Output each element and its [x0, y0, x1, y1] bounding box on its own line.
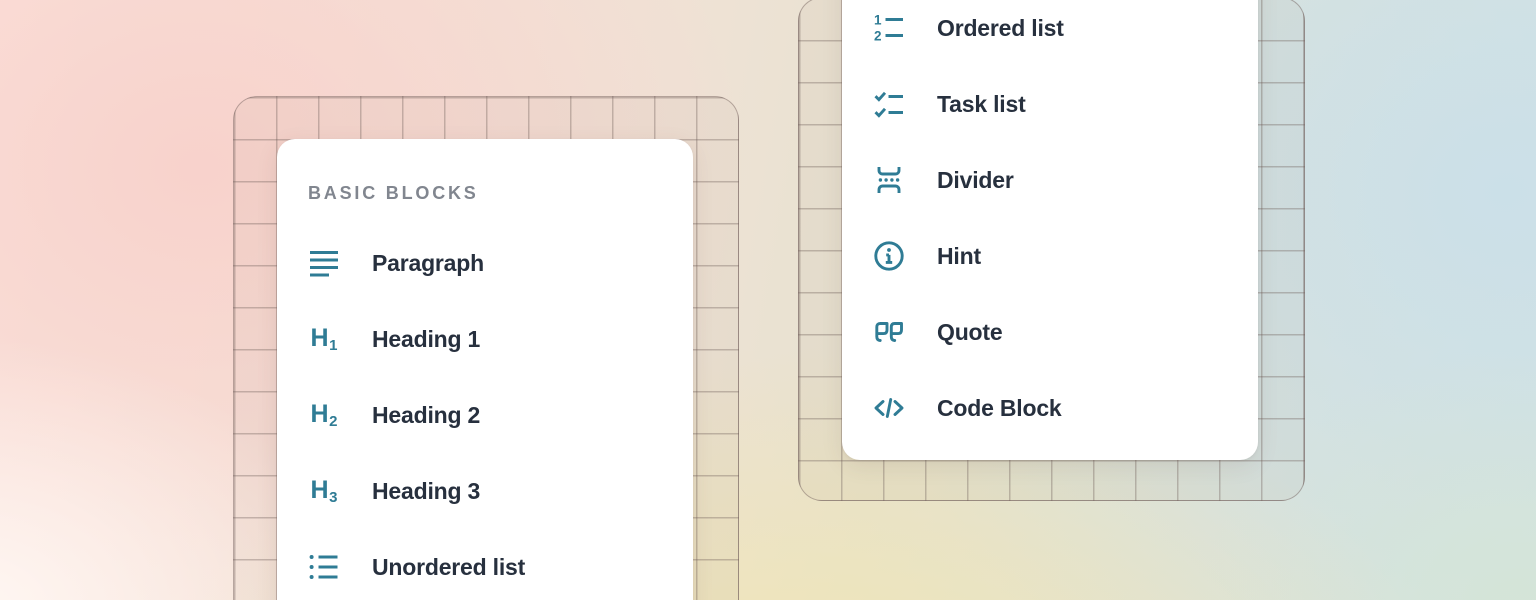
menu-item-divider[interactable]: Divider: [873, 158, 1238, 202]
section-label-basic-blocks: BASIC BLOCKS: [308, 183, 673, 203]
menu-item-label: Code Block: [937, 395, 1062, 422]
menu-item-ordered-list[interactable]: 1 2 Ordered list: [873, 6, 1238, 50]
menu-item-label: Paragraph: [372, 250, 484, 277]
more-blocks-item-list: 1 2 Ordered list Task list Divider Hint …: [873, 6, 1238, 430]
menu-item-task-list[interactable]: Task list: [873, 82, 1238, 126]
heading-3-icon: H3: [308, 475, 340, 507]
heading-2-icon: H2: [308, 399, 340, 431]
menu-item-label: Unordered list: [372, 554, 525, 581]
menu-item-label: Heading 3: [372, 478, 480, 505]
menu-item-code-block[interactable]: Code Block: [873, 386, 1238, 430]
menu-item-heading-2[interactable]: H2 Heading 2: [308, 393, 673, 437]
basic-blocks-item-list: Paragraph H1 Heading 1 H2 Heading 2 H3 Heading…: [308, 241, 673, 589]
menu-item-label: Ordered list: [937, 15, 1064, 42]
menu-item-heading-1[interactable]: H1 Heading 1: [308, 317, 673, 361]
heading-1-icon: H1: [308, 323, 340, 355]
menu-item-quote[interactable]: Quote: [873, 310, 1238, 354]
more-blocks-menu-panel: 1 2 Ordered list Task list Divider Hint …: [842, 0, 1258, 460]
menu-item-label: Heading 1: [372, 326, 480, 353]
marketing-screenshot-stage: BASIC BLOCKS Paragraph H1 Heading 1 H2 Headi…: [0, 0, 1536, 600]
menu-item-label: Task list: [937, 91, 1026, 118]
svg-text:2: 2: [874, 29, 882, 44]
svg-text:1: 1: [874, 13, 882, 28]
basic-blocks-menu-panel: BASIC BLOCKS Paragraph H1 Heading 1 H2 Headi…: [277, 139, 693, 600]
divider-icon: [873, 164, 905, 196]
menu-item-heading-3[interactable]: H3 Heading 3: [308, 469, 673, 513]
menu-item-label: Hint: [937, 243, 981, 270]
quote-icon: [873, 316, 905, 348]
hint-icon: [873, 240, 905, 272]
unordered-list-icon: [308, 551, 340, 583]
menu-item-unordered-list[interactable]: Unordered list: [308, 545, 673, 589]
task-list-icon: [873, 88, 905, 120]
ordered-list-icon: 1 2: [873, 12, 905, 44]
paragraph-icon: [308, 247, 340, 279]
menu-item-hint[interactable]: Hint: [873, 234, 1238, 278]
menu-item-paragraph[interactable]: Paragraph: [308, 241, 673, 285]
code-block-icon: [873, 392, 905, 424]
menu-item-label: Divider: [937, 167, 1014, 194]
menu-item-label: Heading 2: [372, 402, 480, 429]
menu-item-label: Quote: [937, 319, 1002, 346]
